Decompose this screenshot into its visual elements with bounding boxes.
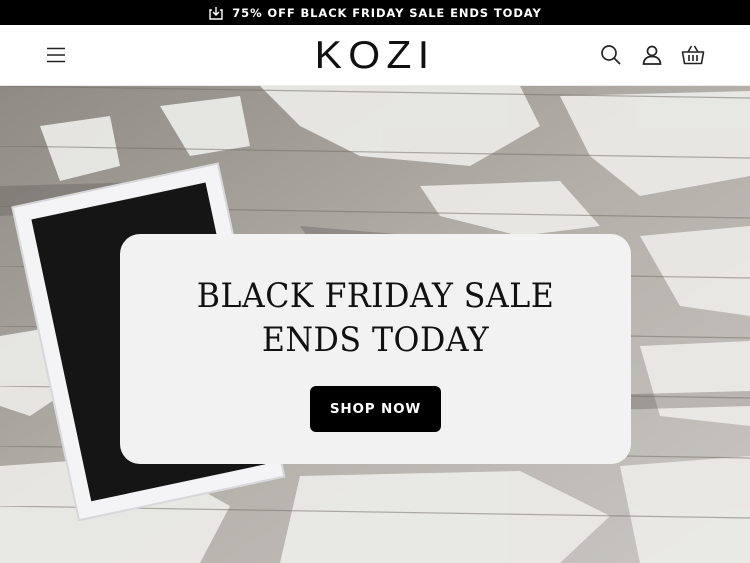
hero-card: BLACK FRIDAY SALE ENDS TODAY SHOP NOW: [120, 234, 631, 464]
download-tray-icon: [208, 5, 224, 21]
search-icon[interactable]: [598, 42, 624, 68]
site-header: KOZI: [0, 25, 750, 86]
announcement-text[interactable]: 75% OFF BLACK FRIDAY SALE ENDS TODAY: [232, 6, 541, 20]
shop-now-button[interactable]: SHOP NOW: [310, 386, 441, 432]
basket-icon[interactable]: [680, 42, 706, 68]
user-icon[interactable]: [639, 42, 665, 68]
hero-title: BLACK FRIDAY SALE ENDS TODAY: [138, 274, 613, 362]
hero-title-line2: ENDS TODAY: [261, 320, 490, 360]
announcement-bar[interactable]: 75% OFF BLACK FRIDAY SALE ENDS TODAY: [0, 0, 750, 25]
hero-title-line1: BLACK FRIDAY SALE: [196, 276, 555, 316]
hamburger-menu-icon[interactable]: [44, 43, 68, 67]
hero-banner: BLACK FRIDAY SALE ENDS TODAY SHOP NOW: [0, 86, 750, 563]
site-logo[interactable]: KOZI: [315, 36, 436, 76]
